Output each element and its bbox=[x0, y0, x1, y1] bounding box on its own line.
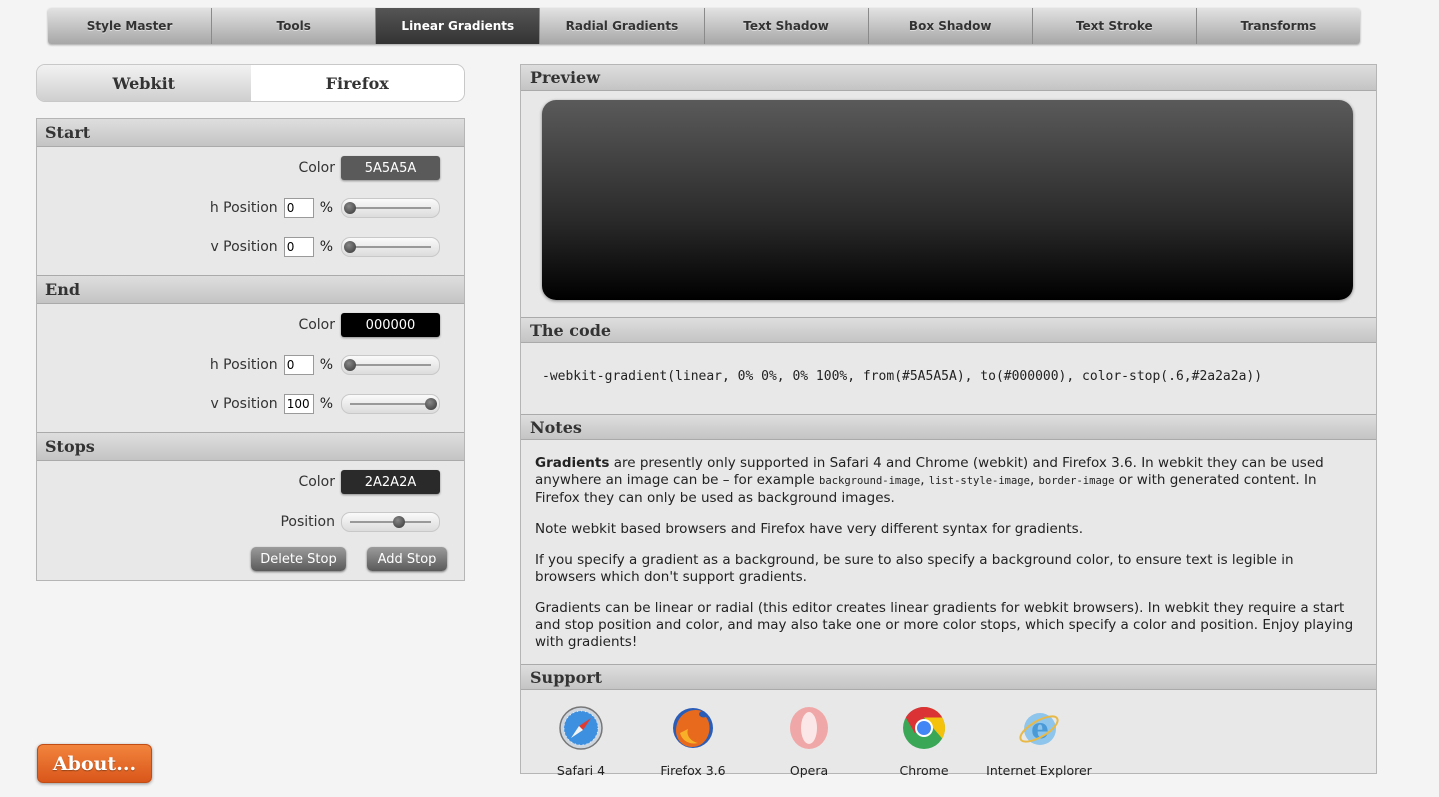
start-v-position-unit: % bbox=[319, 239, 333, 255]
support-label: Chrome bbox=[899, 763, 949, 778]
tab-style-master[interactable]: Style Master bbox=[48, 8, 213, 44]
end-h-position-slider[interactable] bbox=[341, 355, 440, 375]
notes-code: background-image bbox=[819, 475, 921, 487]
support-opera[interactable]: Opera bbox=[749, 705, 869, 778]
notes-paragraph-1: Gradients are presently only supported i… bbox=[535, 455, 1355, 507]
slider-track bbox=[350, 246, 431, 248]
slider-track bbox=[350, 364, 431, 366]
start-color-row: Color 5A5A5A bbox=[298, 155, 440, 181]
end-h-position-row: h Position % bbox=[210, 352, 440, 378]
slider-track bbox=[350, 207, 431, 209]
notes-content: Gradients are presently only supported i… bbox=[535, 455, 1355, 665]
end-v-position-label: v Position bbox=[210, 396, 278, 412]
firefox-icon bbox=[673, 708, 713, 748]
add-stop-button[interactable]: Add Stop bbox=[367, 547, 447, 571]
opera-icon bbox=[790, 707, 828, 749]
start-h-position-label: h Position bbox=[209, 200, 278, 216]
support-label: Safari 4 bbox=[556, 763, 606, 778]
stop-position-label: Position bbox=[280, 514, 335, 530]
support-safari[interactable]: Safari 4 bbox=[521, 705, 641, 778]
code-title: The code bbox=[521, 317, 1376, 343]
support-firefox[interactable]: Firefox 3.6 bbox=[633, 705, 753, 778]
end-color-swatch[interactable]: 000000 bbox=[341, 313, 440, 337]
output-panel: Preview The code -webkit-gradient(linear… bbox=[520, 64, 1377, 778]
stop-position-row: Position bbox=[280, 509, 440, 535]
end-h-position-input[interactable] bbox=[283, 355, 314, 375]
slider-thumb[interactable] bbox=[344, 241, 356, 253]
support-chrome[interactable]: Chrome bbox=[864, 705, 984, 778]
support-label: Opera bbox=[789, 763, 829, 778]
slider-track bbox=[350, 403, 431, 405]
support-internet-explorer[interactable]: e Internet Explorer bbox=[979, 705, 1099, 778]
notes-title: Notes bbox=[521, 414, 1376, 440]
code-output: -webkit-gradient(linear, 0% 0%, 0% 100%,… bbox=[542, 369, 1263, 384]
support-title: Support bbox=[521, 664, 1376, 690]
about-button[interactable]: About... bbox=[37, 744, 152, 783]
notes-text: , bbox=[1029, 472, 1039, 488]
start-h-position-unit: % bbox=[319, 200, 333, 216]
chrome-icon bbox=[903, 706, 946, 749]
notes-paragraph-2: Note webkit based browsers and Firefox h… bbox=[535, 521, 1083, 537]
notes-code: border-image bbox=[1038, 475, 1115, 487]
slider-thumb[interactable] bbox=[425, 398, 437, 410]
start-h-position-row: h Position % bbox=[210, 195, 440, 221]
end-section-title: End bbox=[37, 275, 464, 304]
firefox-toggle-button[interactable]: Firefox bbox=[250, 65, 464, 101]
tab-tools[interactable]: Tools bbox=[212, 8, 377, 44]
tab-transforms[interactable]: Transforms bbox=[1196, 8, 1360, 44]
start-h-position-slider[interactable] bbox=[341, 198, 440, 218]
end-v-position-unit: % bbox=[319, 396, 333, 412]
end-h-position-unit: % bbox=[319, 357, 333, 373]
notes-term: Gradients bbox=[535, 455, 610, 471]
gradient-preview bbox=[542, 100, 1353, 300]
stop-color-swatch[interactable]: 2A2A2A bbox=[341, 470, 440, 494]
end-v-position-slider[interactable] bbox=[341, 394, 440, 414]
notes-code: list-style-image bbox=[928, 475, 1030, 487]
webkit-toggle-button[interactable]: Webkit bbox=[37, 65, 251, 101]
tab-linear-gradients[interactable]: Linear Gradients bbox=[376, 8, 541, 44]
start-color-label: Color bbox=[298, 160, 335, 176]
end-v-position-input[interactable] bbox=[283, 394, 314, 414]
end-h-position-label: h Position bbox=[209, 357, 278, 373]
notes-text: , bbox=[920, 472, 929, 488]
start-section-title: Start bbox=[37, 119, 464, 147]
slider-track bbox=[350, 521, 431, 523]
start-h-position-input[interactable] bbox=[283, 198, 314, 218]
support-label: Internet Explorer bbox=[986, 763, 1092, 778]
stop-color-label: Color bbox=[298, 474, 335, 490]
stop-position-slider[interactable] bbox=[341, 512, 440, 532]
slider-thumb[interactable] bbox=[344, 359, 356, 371]
start-v-position-label: v Position bbox=[210, 239, 278, 255]
notes-paragraph-4: Gradients can be linear or radial (this … bbox=[535, 600, 1354, 650]
browser-toggle: Webkit Firefox bbox=[36, 64, 465, 102]
stop-color-row: Color 2A2A2A bbox=[298, 469, 440, 495]
start-color-swatch[interactable]: 5A5A5A bbox=[341, 156, 440, 180]
main-nav: Style Master Tools Linear Gradients Radi… bbox=[48, 8, 1360, 44]
notes-paragraph-3: If you specify a gradient as a backgroun… bbox=[535, 552, 1294, 585]
stops-section: Color 2A2A2A Position Delete Stop Add St… bbox=[37, 461, 464, 583]
tab-radial-gradients[interactable]: Radial Gradients bbox=[540, 8, 705, 44]
support-label: Firefox 3.6 bbox=[660, 763, 726, 778]
gradient-editor-panel: Start Color 5A5A5A h Position % v Positi… bbox=[36, 118, 465, 581]
end-color-row: Color 000000 bbox=[298, 312, 440, 338]
tab-text-shadow[interactable]: Text Shadow bbox=[704, 8, 869, 44]
start-v-position-input[interactable] bbox=[283, 237, 314, 257]
slider-thumb[interactable] bbox=[344, 202, 356, 214]
tab-text-stroke[interactable]: Text Stroke bbox=[1032, 8, 1197, 44]
start-section: Color 5A5A5A h Position % v Position % bbox=[37, 147, 464, 275]
end-section: Color 000000 h Position % v Position % bbox=[37, 304, 464, 432]
internet-explorer-icon: e bbox=[1019, 712, 1059, 745]
preview-title: Preview bbox=[521, 65, 1376, 91]
tab-box-shadow[interactable]: Box Shadow bbox=[868, 8, 1033, 44]
safari-icon bbox=[559, 706, 603, 750]
stops-section-title: Stops bbox=[37, 432, 464, 461]
start-v-position-slider[interactable] bbox=[341, 237, 440, 257]
slider-thumb[interactable] bbox=[392, 516, 405, 528]
delete-stop-button[interactable]: Delete Stop bbox=[251, 547, 346, 571]
start-v-position-row: v Position % bbox=[210, 234, 440, 260]
end-color-label: Color bbox=[298, 317, 335, 333]
end-v-position-row: v Position % bbox=[210, 391, 440, 417]
